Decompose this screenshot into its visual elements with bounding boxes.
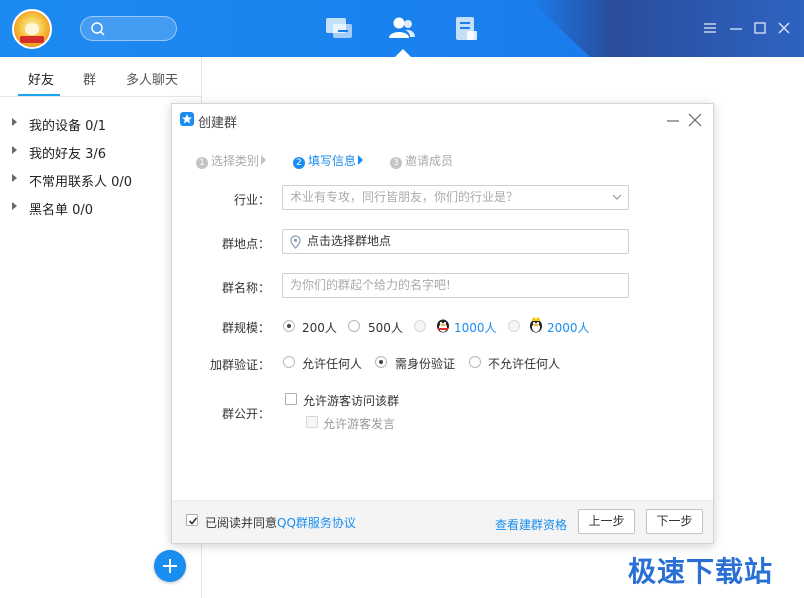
user-avatar[interactable]	[12, 9, 52, 49]
dialog-title: 创建群	[198, 116, 238, 131]
industry-label: 行业：	[233, 193, 270, 207]
top-bar	[0, 0, 804, 57]
search-box[interactable]	[80, 16, 177, 41]
size-500-radio[interactable]	[348, 320, 360, 332]
size-2000-label[interactable]: 2000人	[547, 319, 590, 336]
tab-groups[interactable]: 群	[83, 69, 96, 88]
step-fill-info: 2 填写信息	[293, 152, 356, 169]
group-public-label: 群公开：	[221, 407, 270, 421]
allow-visitor-speak-label[interactable]: 允许游客发言	[323, 415, 395, 432]
join-verify-label: 加群验证：	[209, 358, 270, 372]
require-verify-label[interactable]: 需身份验证	[395, 355, 455, 372]
contacts-tabs: 好友 群 多人聊天	[0, 57, 202, 97]
size-500-label[interactable]: 500人	[368, 319, 403, 336]
group-size-label: 群规模：	[221, 321, 270, 335]
search-icon	[91, 22, 105, 36]
deny-anyone-radio[interactable]	[469, 356, 481, 368]
expand-arrow-icon	[12, 118, 17, 126]
tab-multi-chat[interactable]: 多人聊天	[126, 69, 178, 88]
watermark-text: 极速下载站	[628, 555, 774, 588]
check-icon	[188, 517, 198, 525]
next-step-button[interactable]: 下一步	[646, 509, 703, 534]
vip-penguin-icon	[437, 319, 449, 333]
step-arrow-icon	[261, 155, 266, 165]
group-name-placeholder: 为你们的群起个给力的名字吧!	[290, 278, 451, 292]
group-label: 我的设备 0/1	[29, 119, 107, 134]
size-1000-radio[interactable]	[414, 320, 426, 332]
agree-prefix: 已阅读并同意	[205, 516, 278, 530]
agree-text: 已阅读并同意QQ群服务协议	[205, 514, 356, 531]
service-agreement-link[interactable]: QQ群服务协议	[277, 516, 356, 530]
qq-star-icon	[180, 112, 194, 126]
allow-visitor-label[interactable]: 允许游客访问该群	[303, 392, 399, 409]
maximize-icon[interactable]	[752, 20, 768, 36]
tab-friends[interactable]: 好友	[28, 69, 54, 88]
require-verify-radio[interactable]	[375, 356, 387, 368]
add-button[interactable]	[154, 550, 186, 582]
industry-select[interactable]: 术业有专攻，同行皆朋友，你们的行业是？	[282, 185, 629, 210]
active-tab-caret	[395, 49, 411, 57]
close-icon[interactable]	[776, 20, 792, 36]
group-label: 黑名单 0/0	[29, 203, 94, 218]
dialog-titlebar: 创建群	[172, 104, 713, 137]
size-200-radio[interactable]	[283, 320, 295, 332]
active-tab-underline	[18, 94, 60, 96]
minimize-icon[interactable]	[666, 113, 680, 127]
size-1000-label[interactable]: 1000人	[454, 319, 497, 336]
location-pin-icon	[290, 235, 301, 249]
industry-placeholder: 术业有专攻，同行皆朋友，你们的行业是？	[290, 190, 519, 204]
group-name-input[interactable]: 为你们的群起个给力的名字吧!	[282, 273, 629, 298]
allow-anyone-radio[interactable]	[283, 356, 295, 368]
expand-arrow-icon	[12, 202, 17, 210]
group-label: 我的好友 3/6	[29, 147, 107, 162]
group-label: 不常用联系人 0/0	[29, 175, 133, 190]
group-name-label: 群名称：	[221, 281, 270, 295]
avatar-face	[25, 23, 39, 35]
deny-anyone-label[interactable]: 不允许任何人	[488, 355, 560, 372]
avatar-ribbon	[20, 36, 44, 43]
location-field[interactable]: 点击选择群地点	[282, 229, 629, 254]
plus-icon	[163, 559, 177, 573]
close-icon[interactable]	[688, 113, 702, 127]
agree-checkbox[interactable]	[186, 514, 198, 526]
step-select-category: 1 选择类别	[196, 152, 259, 169]
view-qualification-link[interactable]: 查看建群资格	[495, 516, 567, 533]
location-value: 点击选择群地点	[307, 234, 392, 248]
step-invite-members: 3 邀请成员	[390, 152, 453, 169]
allow-visitor-speak-checkbox[interactable]	[306, 416, 318, 428]
vip-penguin-icon	[530, 317, 542, 333]
allow-anyone-label[interactable]: 允许任何人	[302, 355, 362, 372]
apps-icon[interactable]	[453, 16, 481, 42]
menu-icon[interactable]	[702, 20, 718, 36]
contacts-icon[interactable]	[388, 16, 416, 42]
dialog-footer: 已阅读并同意QQ群服务协议 查看建群资格 上一步 下一步	[172, 500, 713, 543]
allow-visitor-checkbox[interactable]	[285, 393, 297, 405]
minimize-icon[interactable]	[728, 20, 744, 36]
chevron-down-icon	[612, 194, 622, 200]
qq-main-window: 好友 群 多人聊天 我的设备 0/1 我的好友 3/6 不常用联系人 0/0 黑…	[0, 0, 804, 598]
location-label: 群地点：	[221, 237, 270, 251]
messages-icon[interactable]	[325, 16, 353, 42]
expand-arrow-icon	[12, 146, 17, 154]
step-arrow-icon	[358, 155, 363, 165]
create-group-dialog: 创建群 1 选择类别 2 填写信息 3 邀请成员 行业： 术业有专攻，同行皆朋友，你们…	[171, 103, 714, 544]
expand-arrow-icon	[12, 174, 17, 182]
prev-step-button[interactable]: 上一步	[578, 509, 635, 534]
size-2000-radio[interactable]	[508, 320, 520, 332]
size-200-label[interactable]: 200人	[302, 319, 337, 336]
